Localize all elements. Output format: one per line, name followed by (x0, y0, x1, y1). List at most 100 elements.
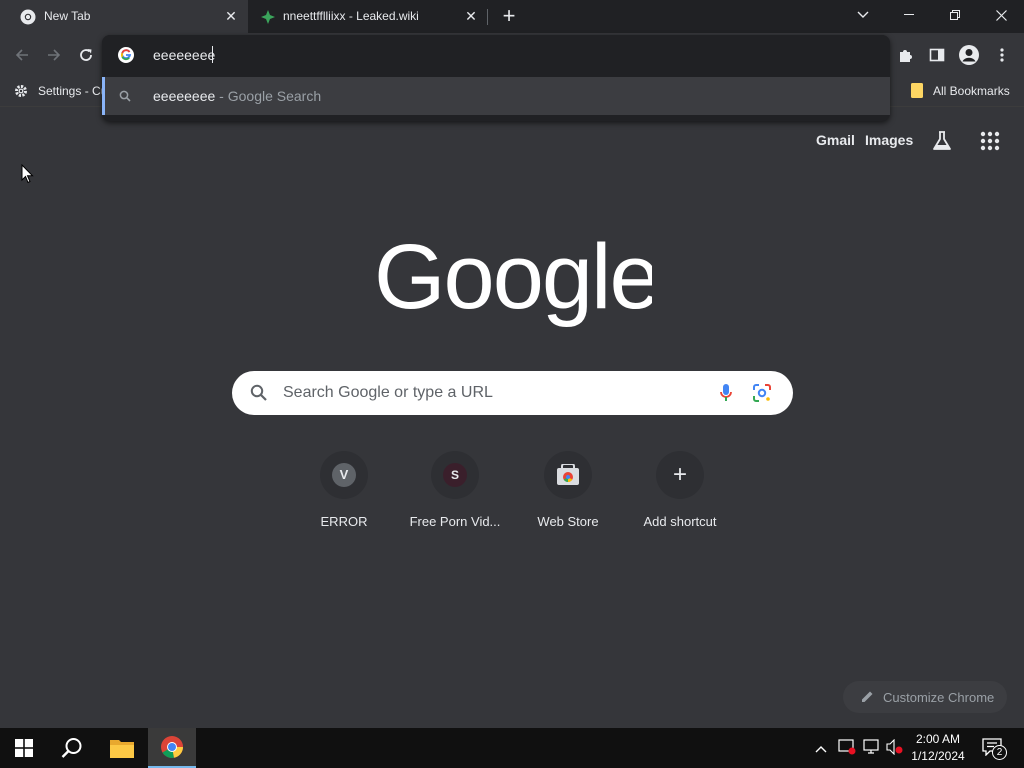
microphone-icon[interactable] (719, 383, 733, 403)
side-panel-button[interactable] (925, 43, 949, 67)
folder-icon (911, 83, 923, 98)
bookmark-label: Settings - Cu (38, 84, 108, 98)
ntp-search-box[interactable]: Search Google or type a URL (232, 371, 793, 415)
close-tab-icon[interactable]: ✕ (223, 8, 239, 24)
shortcut-icon (544, 451, 592, 499)
tab-separator (487, 9, 488, 25)
chevron-down-icon (857, 11, 869, 18)
shortcut-label: Free Porn Vid... (409, 514, 501, 529)
gear-icon (15, 85, 27, 97)
omnibox-suggestion[interactable]: eeeeeeee - Google Search (102, 77, 890, 115)
network-icon (863, 739, 879, 754)
tray-overflow-button[interactable] (815, 740, 827, 758)
address-bar[interactable]: eeeeeeee (102, 35, 890, 75)
minimize-icon (904, 14, 914, 15)
clock-date: 1/12/2024 (911, 749, 965, 763)
chrome-taskbar-button[interactable] (148, 728, 196, 768)
add-shortcut-icon: + (656, 451, 704, 499)
new-tab-page: Gmail Images Google Search Google or typ… (0, 108, 1024, 728)
omnibox-popup: eeeeeeee eeeeeeee - Google Search (102, 35, 890, 121)
shortcut-letter: V (332, 463, 356, 487)
apps-grid-icon (980, 131, 1000, 151)
bookmark-settings[interactable]: Settings - Cu (14, 84, 107, 98)
suggestion-suffix: - Google Search (215, 88, 322, 104)
google-g-icon (118, 47, 134, 63)
clock[interactable]: 2:00 AM 1/12/2024 (905, 731, 971, 765)
security-tray-icon[interactable] (838, 739, 856, 760)
plus-icon: + (672, 461, 687, 488)
forward-button[interactable] (42, 43, 66, 67)
mouse-cursor-icon (21, 164, 34, 184)
file-explorer-button[interactable] (98, 728, 146, 768)
all-bookmarks-label: All Bookmarks (933, 83, 1010, 98)
tab-leaked-wiki[interactable]: nneettfflliixx - Leaked.wiki ✕ (250, 0, 486, 33)
close-window-button[interactable] (978, 0, 1024, 30)
reload-button[interactable] (74, 43, 98, 67)
search-icon (119, 90, 131, 102)
svg-text:Google: Google (374, 236, 652, 328)
extensions-button[interactable] (894, 43, 918, 67)
network-tray-icon[interactable] (862, 739, 880, 760)
search-placeholder: Search Google or type a URL (283, 384, 493, 401)
restore-button[interactable] (932, 0, 978, 30)
chrome-icon (161, 736, 183, 758)
suggestion-text: eeeeeeee - Google Search (153, 88, 321, 104)
gmail-link[interactable]: Gmail (816, 132, 855, 148)
chevron-up-icon (815, 746, 827, 753)
profile-avatar-icon (959, 45, 979, 65)
leaked-wiki-icon (261, 10, 275, 24)
shortcut-tile[interactable]: V ERROR (288, 451, 400, 541)
new-tab-button[interactable]: + (498, 5, 520, 27)
google-logo: Google (374, 236, 652, 328)
suggestion-query: eeeeeeee (153, 88, 216, 104)
customize-chrome-button[interactable]: Customize Chrome (843, 681, 1007, 713)
puzzle-icon (900, 50, 912, 62)
profile-button[interactable] (957, 43, 981, 67)
side-panel-icon (929, 48, 945, 62)
google-lens-icon[interactable] (753, 384, 771, 402)
shortcut-icon: V (320, 451, 368, 499)
reload-icon (80, 49, 92, 61)
restore-icon (950, 10, 960, 20)
action-center-button[interactable]: 2 (982, 738, 1007, 760)
back-button[interactable] (10, 43, 34, 67)
suggestion-focus-bar (102, 77, 105, 115)
search-icon (61, 738, 82, 758)
tab-title: nneettfflliixx - Leaked.wiki (283, 9, 419, 23)
clock-time: 2:00 AM (915, 732, 961, 746)
images-link[interactable]: Images (865, 132, 913, 148)
search-taskbar-button[interactable] (48, 728, 96, 768)
add-shortcut-tile[interactable]: + Add shortcut (624, 451, 736, 541)
all-bookmarks-button[interactable]: All Bookmarks (911, 83, 1010, 98)
web-store-icon (557, 464, 579, 485)
close-tab-icon[interactable]: ✕ (463, 8, 479, 24)
minimize-button[interactable] (886, 0, 932, 30)
windows-logo-icon (15, 739, 33, 757)
folder-icon (110, 740, 134, 758)
forward-arrow-icon (48, 49, 61, 61)
kebab-menu-icon (1000, 48, 1004, 62)
close-icon (995, 9, 1007, 21)
shortcut-label: Add shortcut (643, 514, 717, 529)
flask-icon (933, 131, 951, 150)
shield-icon (838, 739, 856, 755)
google-apps-button[interactable] (980, 131, 1000, 151)
shortcut-icon: S (431, 451, 479, 499)
shortcut-tile[interactable]: Web Store (512, 451, 624, 541)
start-button[interactable] (0, 728, 48, 768)
shortcut-tile[interactable]: S Free Porn Vid... (399, 451, 511, 541)
labs-button[interactable] (931, 130, 953, 152)
tab-title: New Tab (44, 9, 91, 23)
customize-label: Customize Chrome (883, 690, 995, 705)
tab-strip: New Tab ✕ nneettfflliixx - Leaked.wiki ✕… (0, 0, 1024, 33)
volume-tray-icon[interactable] (886, 738, 904, 760)
chrome-menu-button[interactable] (990, 43, 1014, 67)
pencil-icon (862, 691, 873, 702)
tab-search-button[interactable] (840, 0, 886, 30)
tab-new-tab[interactable]: New Tab ✕ (0, 0, 248, 33)
back-arrow-icon (15, 49, 28, 61)
text-caret (212, 46, 213, 63)
shortcut-letter: S (443, 463, 467, 487)
shortcut-label: Web Store (537, 514, 599, 529)
shortcut-label: ERROR (320, 514, 368, 529)
